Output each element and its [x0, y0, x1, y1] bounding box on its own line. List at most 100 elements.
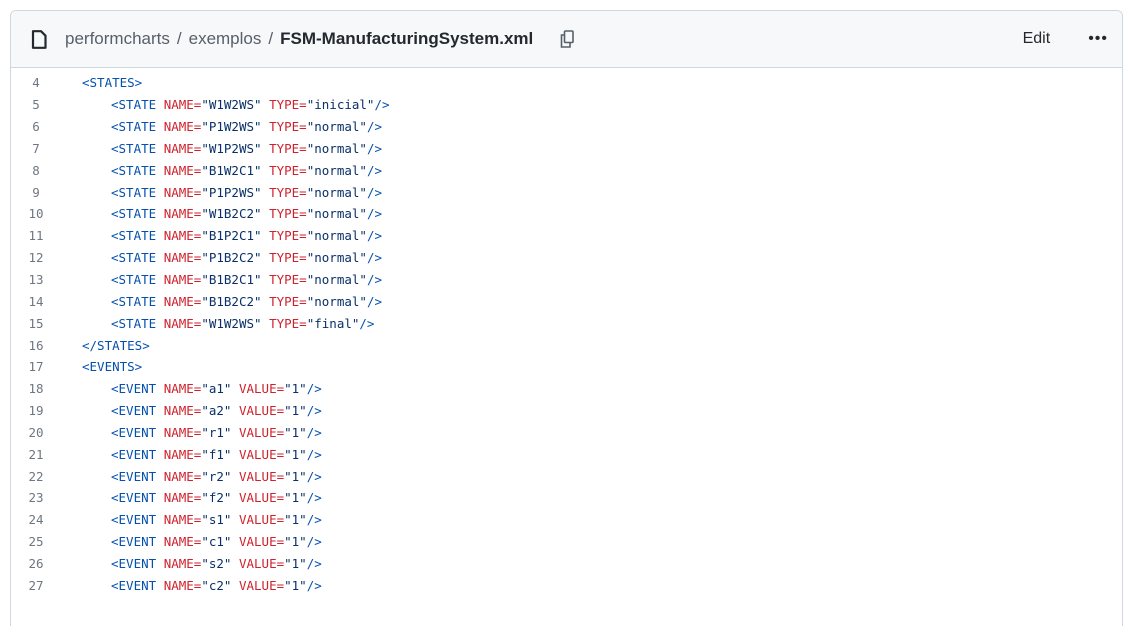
code-line: 4 <STATES> — [11, 72, 1122, 94]
line-number[interactable]: 16 — [11, 338, 61, 353]
line-content: <EVENT NAME="s1" VALUE="1"/> — [61, 512, 322, 527]
line-number[interactable]: 15 — [11, 316, 61, 331]
breadcrumb-folder-link[interactable]: exemplos — [189, 29, 262, 49]
token-tag — [231, 556, 239, 571]
token-tag: <EVENT — [111, 555, 164, 571]
token-tag: /> — [306, 381, 322, 397]
token-tag — [262, 206, 270, 221]
token-val: "final" — [306, 315, 360, 331]
token-tag: <STATE — [111, 206, 164, 222]
code-line: 7 <STATE NAME="W1P2WS" TYPE="normal"/> — [11, 138, 1122, 160]
line-number[interactable]: 11 — [11, 228, 61, 243]
token-attr: NAME= — [163, 119, 202, 135]
token-tag: <EVENTS> — [82, 359, 143, 375]
token-attr: NAME= — [163, 293, 202, 309]
token-tag: /> — [359, 315, 375, 331]
line-content: <STATE NAME="W1P2WS" TYPE="normal"/> — [61, 141, 382, 156]
token-tag: <STATE — [111, 162, 164, 178]
code-line: 19 <EVENT NAME="a2" VALUE="1"/> — [11, 400, 1122, 422]
code-line: 17 <EVENTS> — [11, 356, 1122, 378]
token-val: "B1B2C2" — [201, 293, 262, 309]
line-number[interactable]: 27 — [11, 578, 61, 593]
token-tag — [231, 425, 239, 440]
token-tag — [231, 403, 239, 418]
line-content: <EVENT NAME="f1" VALUE="1"/> — [61, 447, 322, 462]
token-val: "1" — [284, 468, 307, 484]
token-val: "1" — [284, 512, 307, 528]
line-number[interactable]: 14 — [11, 294, 61, 309]
token-val: "f1" — [201, 446, 232, 462]
code-line: 12 <STATE NAME="P1B2C2" TYPE="normal"/> — [11, 247, 1122, 269]
token-attr: NAME= — [163, 228, 202, 244]
line-number[interactable]: 23 — [11, 490, 61, 505]
token-tag — [262, 141, 270, 156]
token-attr: TYPE= — [269, 293, 307, 309]
line-content: <STATE NAME="W1B2C2" TYPE="normal"/> — [61, 206, 382, 221]
token-attr: NAME= — [163, 206, 202, 222]
line-number[interactable]: 4 — [11, 75, 61, 90]
token-val: "normal" — [306, 140, 367, 156]
token-attr: TYPE= — [269, 250, 307, 266]
token-tag: <STATE — [111, 140, 164, 156]
line-number[interactable]: 24 — [11, 512, 61, 527]
line-number[interactable]: 10 — [11, 206, 61, 221]
code-line: 9 <STATE NAME="P1P2WS" TYPE="normal"/> — [11, 181, 1122, 203]
line-number[interactable]: 8 — [11, 163, 61, 178]
line-number[interactable]: 17 — [11, 359, 61, 374]
token-attr: TYPE= — [269, 272, 307, 288]
token-val: "normal" — [306, 162, 367, 178]
line-number[interactable]: 9 — [11, 185, 61, 200]
token-attr: VALUE= — [238, 534, 285, 550]
token-tag: <STATE — [111, 228, 164, 244]
token-tag: /> — [366, 228, 382, 244]
line-number[interactable]: 18 — [11, 381, 61, 396]
file-icon — [31, 29, 47, 49]
code-line: 20 <EVENT NAME="r1" VALUE="1"/> — [11, 422, 1122, 444]
token-attr: NAME= — [163, 490, 202, 506]
copy-path-button[interactable] — [557, 28, 577, 50]
token-tag: /> — [306, 555, 322, 571]
token-attr: TYPE= — [269, 162, 307, 178]
line-number[interactable]: 22 — [11, 469, 61, 484]
breadcrumb-repo-link[interactable]: performcharts — [65, 29, 170, 49]
line-content: <EVENT NAME="r2" VALUE="1"/> — [61, 469, 322, 484]
line-content: <STATE NAME="B1B2C2" TYPE="normal"/> — [61, 294, 382, 309]
token-attr: VALUE= — [238, 577, 285, 593]
line-number[interactable]: 5 — [11, 97, 61, 112]
line-number[interactable]: 13 — [11, 272, 61, 287]
token-val: "1" — [284, 534, 307, 550]
token-attr: TYPE= — [269, 228, 307, 244]
token-attr: NAME= — [163, 424, 202, 440]
edit-button[interactable]: Edit — [1023, 30, 1051, 48]
line-number[interactable]: 26 — [11, 556, 61, 571]
kebab-icon[interactable]: ••• — [1088, 31, 1108, 47]
line-content: <STATE NAME="W1W2WS" TYPE="inicial"/> — [61, 97, 390, 112]
token-attr: TYPE= — [269, 206, 307, 222]
line-number[interactable]: 25 — [11, 534, 61, 549]
copy-icon — [560, 30, 575, 48]
token-attr: VALUE= — [238, 403, 285, 419]
token-val: "W1W2WS" — [201, 315, 262, 331]
token-tag — [262, 294, 270, 309]
token-attr: NAME= — [163, 577, 202, 593]
code-line: 22 <EVENT NAME="r2" VALUE="1"/> — [11, 465, 1122, 487]
token-attr: VALUE= — [238, 424, 285, 440]
code-line: 25 <EVENT NAME="c1" VALUE="1"/> — [11, 531, 1122, 553]
token-attr: NAME= — [163, 315, 202, 331]
line-number[interactable]: 21 — [11, 447, 61, 462]
token-val: "1" — [284, 424, 307, 440]
line-number[interactable]: 12 — [11, 250, 61, 265]
token-val: "B1P2C1" — [201, 228, 262, 244]
line-number[interactable]: 6 — [11, 119, 61, 134]
line-number[interactable]: 7 — [11, 141, 61, 156]
line-number[interactable]: 20 — [11, 425, 61, 440]
token-val: "W1W2WS" — [201, 97, 262, 113]
token-attr: TYPE= — [269, 184, 307, 200]
code-line: 18 <EVENT NAME="a1" VALUE="1"/> — [11, 378, 1122, 400]
token-val: "W1B2C2" — [201, 206, 262, 222]
token-attr: NAME= — [163, 555, 202, 571]
line-content: <STATES> — [61, 75, 142, 90]
token-tag: /> — [366, 184, 382, 200]
token-val: "W1P2WS" — [201, 140, 262, 156]
line-number[interactable]: 19 — [11, 403, 61, 418]
